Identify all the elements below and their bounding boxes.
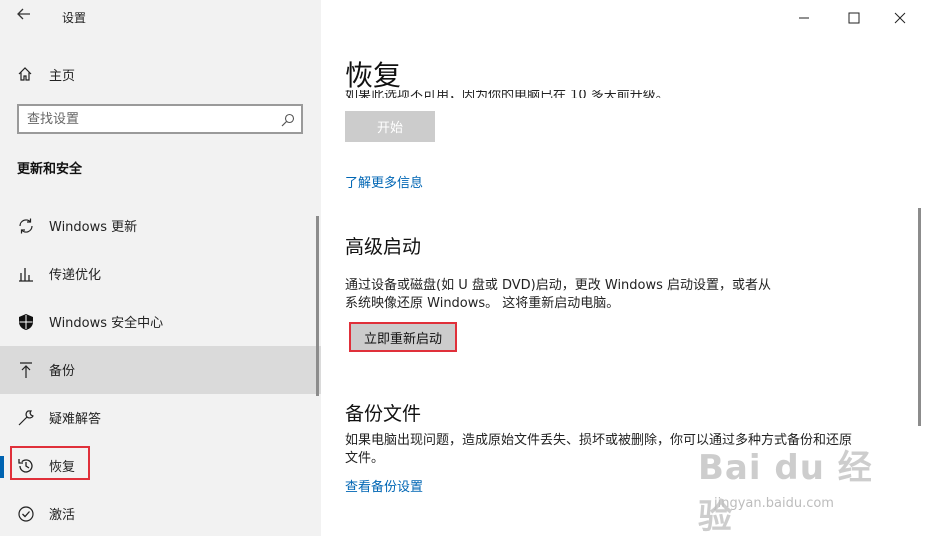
sidebar-item-label: 疑难解答	[49, 412, 102, 427]
shield-icon	[17, 313, 35, 331]
watermark-text: Bai du 经验	[698, 448, 873, 537]
search-input[interactable]	[27, 110, 267, 128]
wrench-icon	[17, 409, 35, 427]
sync-icon	[17, 217, 35, 235]
sidebar-item-label: 备份	[49, 364, 76, 379]
sidebar-item-activation[interactable]: 激活	[0, 490, 321, 538]
advanced-startup-line2: 系统映像还原 Windows。 这将重新启动电脑。	[345, 296, 620, 311]
sidebar: 设置 主页 更新和安全 Windows 更新 传递优化 Windows 安全中心	[0, 0, 321, 536]
sidebar-item-label: 传递优化	[49, 268, 102, 283]
sidebar-item-windows-update[interactable]: Windows 更新	[0, 202, 321, 250]
delivery-optimization-icon	[17, 265, 35, 283]
search-box[interactable]	[17, 104, 303, 134]
sidebar-item-label: Windows 更新	[49, 220, 138, 235]
sidebar-item-backup[interactable]: 备份	[0, 346, 321, 394]
search-icon[interactable]	[281, 112, 295, 127]
backup-files-heading: 备份文件	[345, 403, 422, 425]
view-backup-settings-link[interactable]: 查看备份设置	[345, 476, 423, 495]
home-icon	[17, 66, 33, 82]
history-icon	[17, 457, 35, 475]
app-title: 设置	[62, 11, 87, 25]
main-scrollbar[interactable]	[918, 208, 921, 426]
advanced-startup-heading: 高级启动	[345, 236, 422, 258]
advanced-startup-description: 通过设备或磁盘(如 U 盘或 DVD)启动，更改 Windows 启动设置，或者…	[345, 277, 905, 313]
restart-now-button[interactable]: 立即重新启动	[349, 322, 457, 352]
page-title: 恢复	[345, 59, 402, 92]
advanced-startup-line1: 通过设备或磁盘(如 U 盘或 DVD)启动，更改 Windows 启动设置，或者…	[345, 278, 772, 293]
sidebar-scrollbar[interactable]	[316, 216, 319, 396]
sidebar-item-security[interactable]: Windows 安全中心	[0, 298, 321, 346]
sidebar-item-troubleshoot[interactable]: 疑难解答	[0, 394, 321, 442]
minimize-icon[interactable]	[795, 10, 813, 26]
back-arrow-icon[interactable]	[17, 6, 35, 26]
section-title: 更新和安全	[17, 162, 83, 177]
watermark-url: jingyan.baidu.com	[714, 496, 834, 511]
baidu-watermark: Bai du 经验 jingyan.baidu.com	[698, 440, 898, 537]
active-indicator	[0, 456, 4, 478]
maximize-icon[interactable]	[845, 10, 863, 26]
sidebar-item-label: Windows 安全中心	[49, 316, 164, 331]
start-button[interactable]: 开始	[345, 111, 435, 142]
sidebar-item-delivery-optimization[interactable]: 传递优化	[0, 250, 321, 298]
check-circle-icon	[17, 505, 35, 523]
backup-arrow-icon	[17, 361, 35, 379]
learn-more-link[interactable]: 了解更多信息	[345, 172, 423, 191]
sidebar-item-home[interactable]: 主页	[0, 60, 321, 88]
sidebar-item-label: 恢复	[49, 460, 76, 475]
sidebar-item-recovery[interactable]: 恢复	[0, 442, 321, 490]
sidebar-item-label: 主页	[49, 69, 76, 84]
close-icon[interactable]	[891, 10, 909, 26]
sidebar-item-label: 激活	[49, 508, 76, 523]
